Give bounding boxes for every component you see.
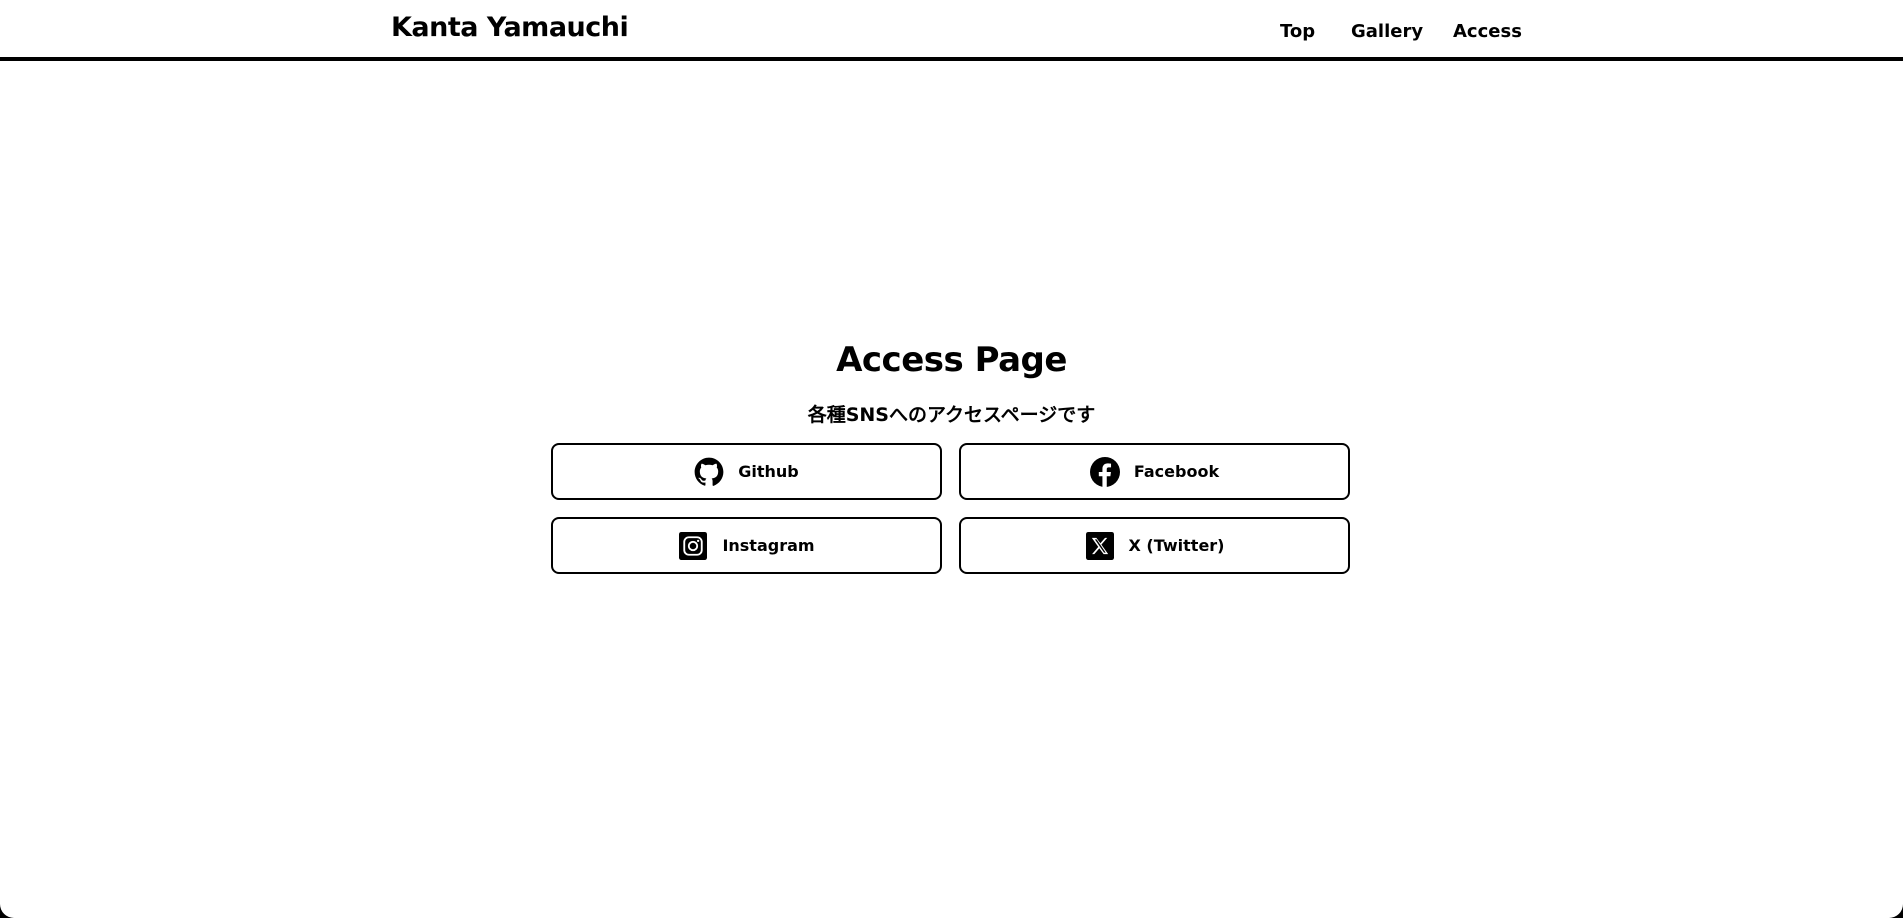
x-twitter-label: X (Twitter) — [1128, 536, 1225, 555]
site-title-link[interactable]: Kanta Yamauchi — [391, 12, 629, 43]
x-twitter-button[interactable]: X (Twitter) — [959, 517, 1350, 574]
page-title: Access Page — [836, 340, 1067, 380]
instagram-label: Instagram — [722, 536, 815, 555]
nav-link-top[interactable]: Top — [1280, 21, 1315, 42]
github-icon — [694, 457, 724, 487]
page-subtitle: 各種SNSへのアクセスページです — [807, 404, 1096, 426]
facebook-label: Facebook — [1133, 462, 1220, 481]
nav-link-gallery[interactable]: Gallery — [1351, 21, 1423, 42]
nav-link-access[interactable]: Access — [1453, 21, 1522, 42]
instagram-button[interactable]: Instagram — [551, 517, 942, 574]
site-header: Kanta Yamauchi Top Gallery Access — [0, 0, 1903, 61]
facebook-icon — [1089, 456, 1120, 487]
page: Kanta Yamauchi Top Gallery Access Access… — [0, 0, 1903, 918]
instagram-icon — [678, 531, 708, 561]
github-label: Github — [738, 462, 799, 481]
x-twitter-icon — [1085, 531, 1115, 561]
facebook-button[interactable]: Facebook — [959, 443, 1350, 500]
github-button[interactable]: Github — [551, 443, 942, 500]
